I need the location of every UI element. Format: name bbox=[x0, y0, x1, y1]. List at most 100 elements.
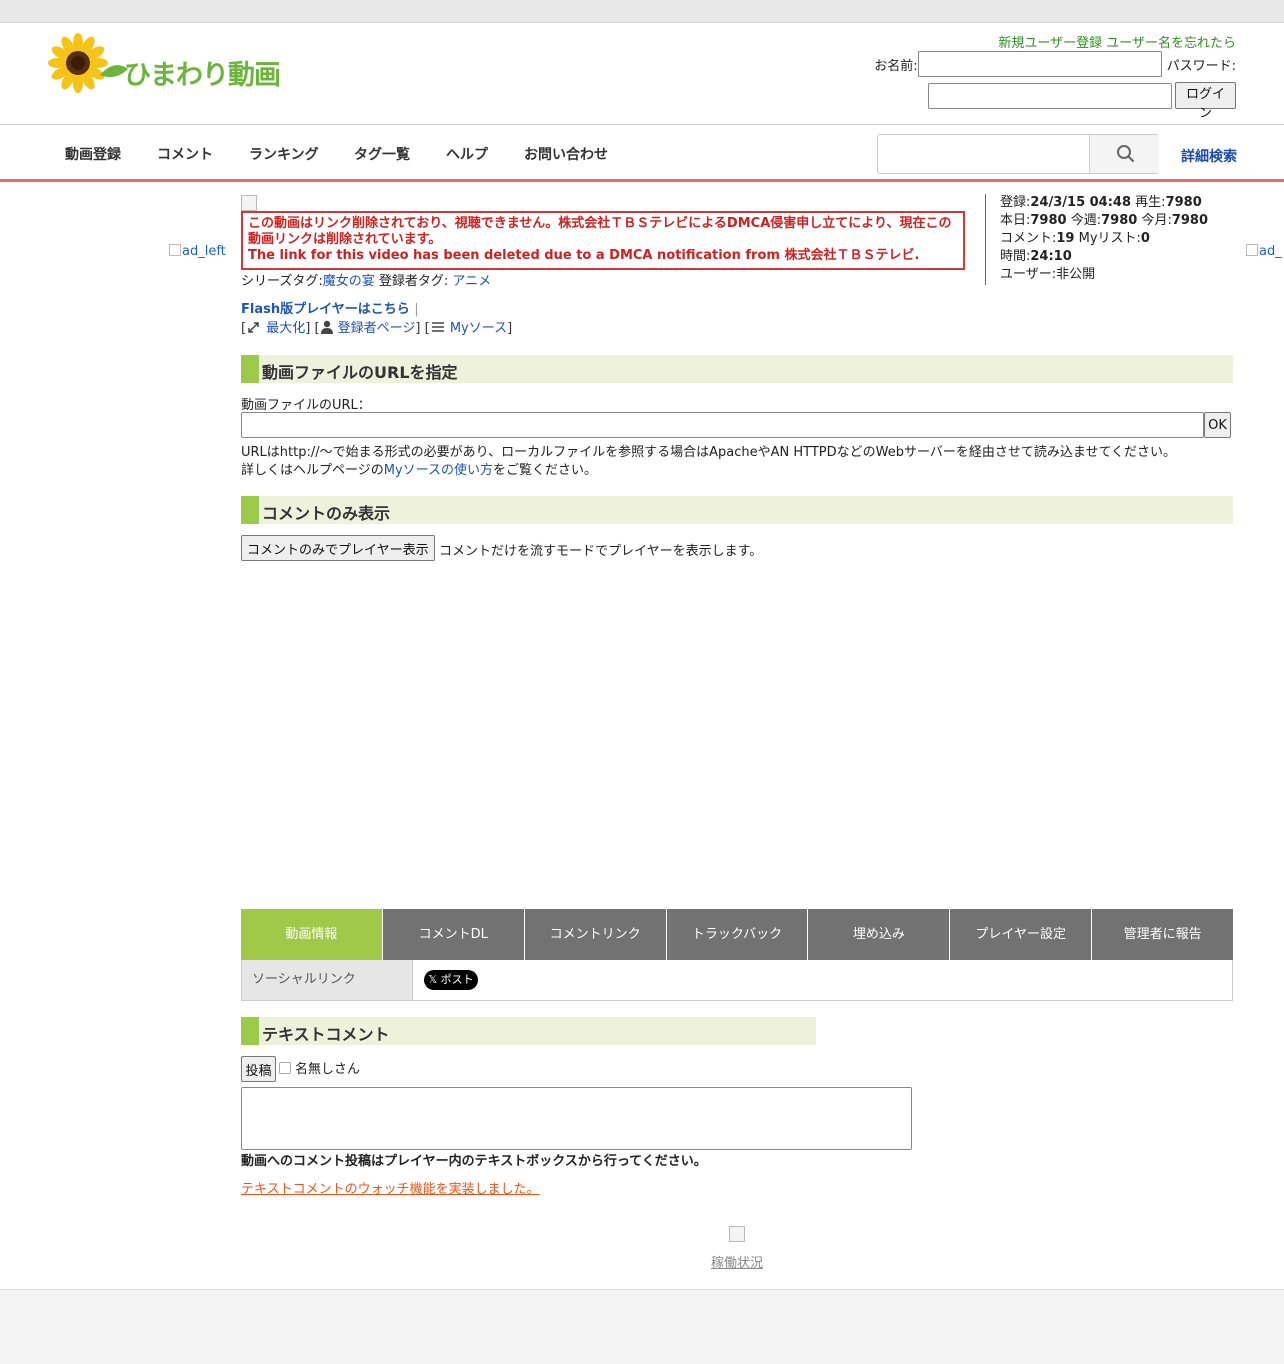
ad-left[interactable]: ad_left bbox=[169, 244, 226, 259]
x-post-button[interactable]: 𝕏 ポスト bbox=[424, 970, 478, 990]
help-prefix: 詳しくはヘルプページの bbox=[241, 463, 384, 478]
dmca-notice-en: The link for this video has been deleted… bbox=[248, 248, 920, 263]
comment-only-player-button[interactable]: コメントのみでプレイヤー表示 bbox=[241, 535, 435, 561]
comment-only-title: コメントのみ表示 bbox=[262, 504, 391, 523]
tag-row: シリーズタグ:魔女の宴 登録者タグ: アニメ bbox=[241, 270, 491, 289]
flash-player-link[interactable]: Flash版プレイヤーはこちら bbox=[241, 302, 410, 317]
ad-right-alt: ad_ bbox=[1259, 244, 1282, 259]
watch-feature-link[interactable]: テキストコメントのウォッチ機能を実装しました。 bbox=[241, 1178, 540, 1197]
heading-accent-bar bbox=[241, 1017, 259, 1045]
month-value: 7980 bbox=[1171, 213, 1209, 228]
search-input[interactable] bbox=[878, 135, 1088, 173]
register-link[interactable]: 新規ユーザー登録 bbox=[998, 36, 1102, 51]
tab-trackback[interactable]: トラックバック bbox=[666, 909, 809, 960]
uploader-tag-link[interactable]: アニメ bbox=[452, 274, 491, 289]
uploader-page-link[interactable]: 登録者ページ bbox=[338, 321, 416, 336]
ad-right[interactable]: ad_ bbox=[1246, 244, 1284, 259]
user-value: 非公開 bbox=[1056, 267, 1096, 282]
today-value: 7980 bbox=[1030, 213, 1067, 228]
flash-separator: | bbox=[414, 302, 419, 317]
url-ok-button[interactable]: OK bbox=[1204, 412, 1231, 438]
comment-note: 動画へのコメント投稿はプレイヤー内のテキストボックスから行ってください。 bbox=[241, 1154, 707, 1169]
advanced-search-link[interactable]: 詳細検索 bbox=[1181, 146, 1237, 166]
password-field[interactable] bbox=[928, 82, 1172, 109]
social-link-label: ソーシャルリンク bbox=[242, 960, 413, 1000]
service-status-link[interactable]: 稼働状況 bbox=[711, 1252, 763, 1271]
mysource-link[interactable]: Myソース bbox=[450, 321, 507, 336]
video-stats: 登録:24/3/15 04:48 再生:7980 本日:7980 今週:7980… bbox=[985, 194, 1215, 285]
text-comment-input[interactable] bbox=[241, 1087, 912, 1150]
registered-label: 登録: bbox=[1000, 195, 1031, 210]
tab-comment-link[interactable]: コメントリンク bbox=[524, 909, 667, 960]
nav-item-comments[interactable]: コメント bbox=[157, 144, 213, 164]
anonymous-option[interactable]: 名無しさん bbox=[279, 1058, 360, 1077]
plays-label: 再生: bbox=[1135, 195, 1166, 210]
month-label: 今月: bbox=[1141, 213, 1172, 228]
series-tag-label: シリーズタグ: bbox=[241, 274, 323, 289]
stats-line-4: 時間:24:10 bbox=[1000, 248, 1215, 266]
tab-player-settings[interactable]: プレイヤー設定 bbox=[950, 909, 1093, 960]
password-label: パスワード: bbox=[1166, 58, 1236, 74]
post-comment-button[interactable]: 投稿 bbox=[241, 1056, 276, 1082]
tab-report-admin[interactable]: 管理者に報告 bbox=[1092, 909, 1234, 960]
nav-item-contact[interactable]: お問い合わせ bbox=[524, 144, 608, 164]
nav-item-ranking[interactable]: ランキング bbox=[249, 144, 319, 164]
stats-line-5: ユーザー:非公開 bbox=[1000, 266, 1215, 284]
info-tabs: 動画情報 コメントDL コメントリンク トラックバック 埋め込み プレイヤー設定… bbox=[241, 909, 1234, 960]
flash-player-row: Flash版プレイヤーはこちら | bbox=[241, 298, 419, 317]
anonymous-checkbox[interactable] bbox=[279, 1061, 291, 1074]
site-header: ひまわり動画 新規ユーザー登録 ユーザー名を忘れたら お名前: パスワード: ロ… bbox=[0, 23, 1284, 125]
maximize-icon bbox=[246, 320, 262, 334]
logo-text: ひまわり動画 bbox=[124, 60, 281, 91]
week-label: 今週: bbox=[1070, 213, 1102, 228]
url-help-line-1: URLはhttp://〜で始まる形式の必要があり、ローカルファイルを参照する場合… bbox=[241, 445, 1177, 460]
url-help-text: URLはhttp://〜で始まる形式の必要があり、ローカルファイルを参照する場合… bbox=[241, 444, 1176, 480]
nav-item-help[interactable]: ヘルプ bbox=[446, 144, 488, 164]
login-button[interactable]: ログイン bbox=[1175, 82, 1236, 121]
tab-comment-dl[interactable]: コメントDL bbox=[382, 909, 525, 960]
url-section-heading: 動画ファイルのURLを指定 bbox=[241, 355, 1233, 383]
uploader-tag-label: 登録者タグ: bbox=[378, 274, 449, 289]
nav-item-upload[interactable]: 動画登録 bbox=[65, 144, 121, 164]
plays-value: 7980 bbox=[1165, 195, 1202, 210]
today-label: 本日: bbox=[1000, 213, 1031, 228]
registered-value: 24/3/15 04:48 bbox=[1030, 195, 1132, 210]
text-comment-heading: テキストコメント bbox=[241, 1017, 816, 1045]
search-button[interactable] bbox=[1089, 135, 1159, 173]
status-image bbox=[729, 1226, 745, 1242]
nav-item-tags[interactable]: タグ一覧 bbox=[354, 144, 410, 164]
stats-line-1: 登録:24/3/15 04:48 再生:7980 bbox=[1000, 194, 1215, 212]
video-url-input[interactable] bbox=[241, 412, 1204, 438]
top-strip bbox=[0, 0, 1284, 23]
tab-embed[interactable]: 埋め込み bbox=[808, 909, 951, 960]
login-row: お名前: パスワード: bbox=[874, 50, 1236, 78]
social-link-row: ソーシャルリンク 𝕏 ポスト bbox=[241, 960, 1233, 1001]
url-section-title: 動画ファイルのURLを指定 bbox=[262, 363, 458, 382]
name-label: お名前: bbox=[874, 58, 918, 74]
dmca-notice-jp: この動画はリンク削除されており、視聴できません。株式会社ＴＢＳテレビによるDMC… bbox=[248, 216, 952, 247]
mylist-label: Myリスト: bbox=[1078, 231, 1141, 246]
tab-video-info[interactable]: 動画情報 bbox=[241, 909, 383, 960]
video-thumbnail bbox=[241, 195, 257, 211]
url-help-line-2: 詳しくはヘルプページのMyソースの使い方をご覧ください。 bbox=[241, 462, 1176, 480]
heading-accent-bar bbox=[241, 496, 259, 524]
duration-label: 時間: bbox=[1000, 249, 1031, 264]
text-comment-title: テキストコメント bbox=[262, 1025, 390, 1044]
video-action-links: [ 最大化] [ 登録者ページ] [ Myソース] bbox=[241, 320, 513, 336]
maximize-link[interactable]: 最大化 bbox=[266, 321, 305, 336]
search-icon bbox=[1117, 145, 1135, 163]
page-footer bbox=[0, 1289, 1284, 1364]
username-field[interactable] bbox=[917, 51, 1162, 77]
search-box bbox=[877, 134, 1159, 174]
url-label: 動画ファイルのURL： bbox=[241, 398, 371, 413]
user-icon bbox=[320, 320, 334, 334]
site-logo[interactable]: ひまわり動画 bbox=[48, 33, 298, 93]
forgot-username-link[interactable]: ユーザー名を忘れたら bbox=[1106, 36, 1236, 51]
comment-only-heading: コメントのみ表示 bbox=[241, 496, 1233, 524]
series-tag-link[interactable]: 魔女の宴 bbox=[323, 274, 375, 289]
broken-image-icon bbox=[169, 244, 181, 256]
heading-accent-bar bbox=[241, 355, 259, 383]
password-row: ログイン bbox=[928, 82, 1236, 121]
mysource-help-link[interactable]: Myソースの使い方 bbox=[384, 463, 493, 478]
broken-image-icon bbox=[1246, 244, 1258, 256]
